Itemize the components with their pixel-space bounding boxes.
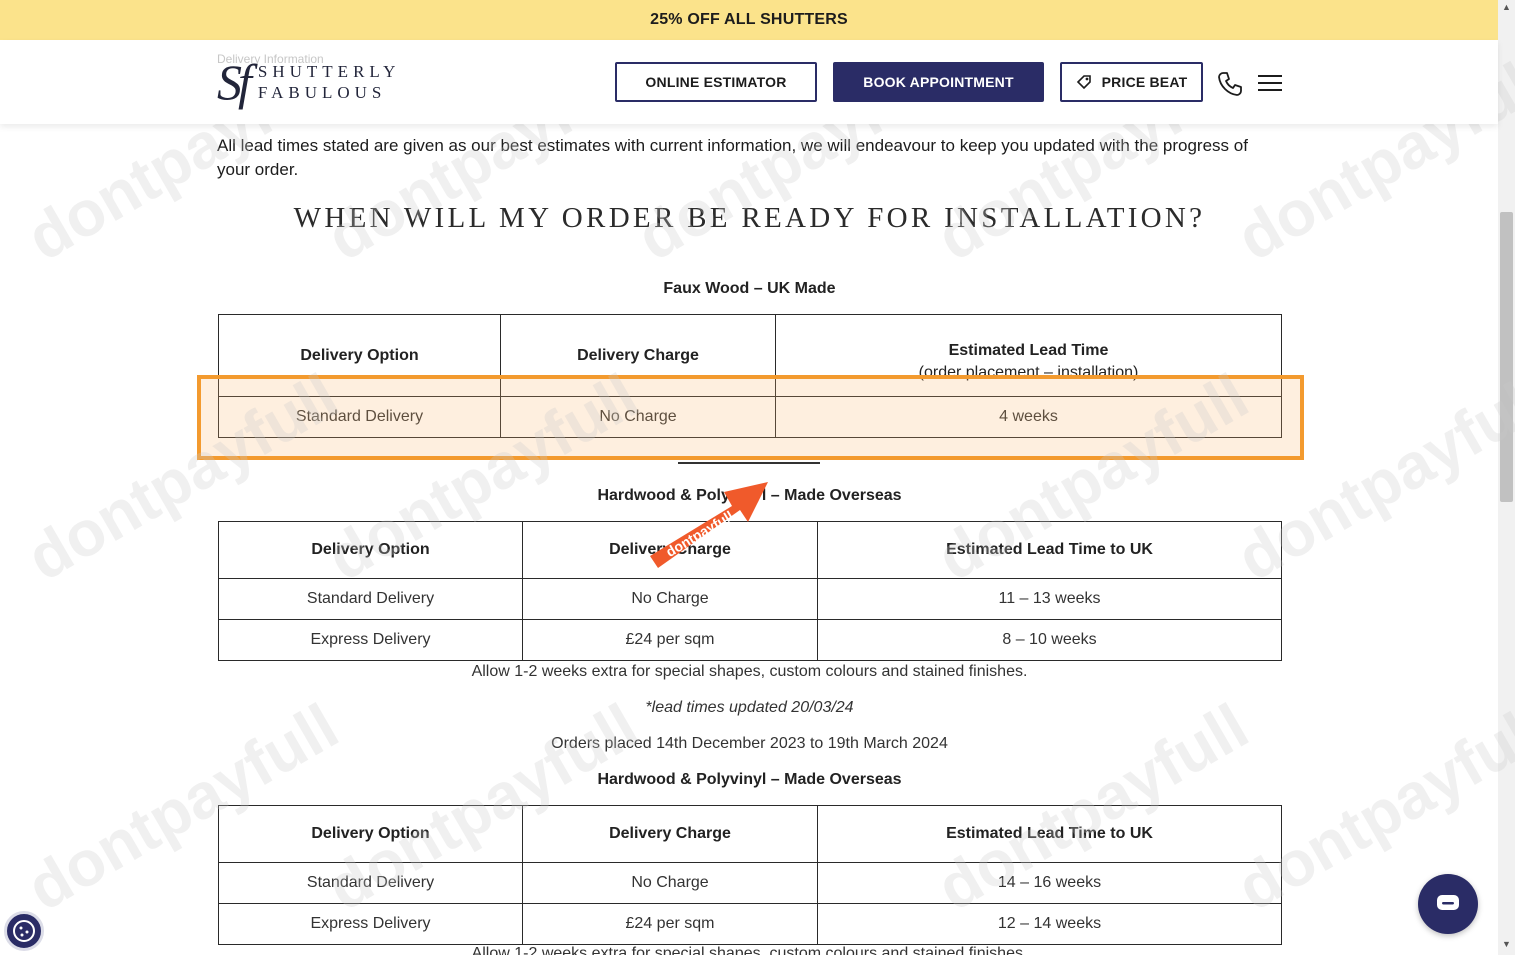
price-beat-button[interactable]: PRICE BEAT: [1060, 62, 1203, 102]
scroll-down-icon[interactable]: ▼: [1500, 939, 1513, 953]
phone-icon[interactable]: [1216, 70, 1244, 98]
promo-banner[interactable]: 25% OFF ALL SHUTTERS: [0, 0, 1498, 40]
cell-charge: No Charge: [522, 578, 818, 620]
table-header-row: Delivery Option Delivery Charge Estimate…: [218, 805, 1282, 863]
scrollbar-thumb[interactable]: [1500, 212, 1513, 502]
section-title-faux-wood: Faux Wood – UK Made: [663, 280, 836, 297]
table-row: Standard Delivery No Charge 14 – 16 week…: [218, 862, 1282, 904]
page-heading: WHEN WILL MY ORDER BE READY FOR INSTALLA…: [293, 202, 1206, 234]
header-delivery-charge: Delivery Charge: [522, 805, 818, 863]
divider: [678, 462, 820, 464]
cell-option: Express Delivery: [218, 619, 523, 661]
cell-lead-time: 11 – 13 weeks: [817, 578, 1282, 620]
header-lead-time-main: Estimated Lead Time: [948, 341, 1109, 359]
cell-lead-time: 14 – 16 weeks: [817, 862, 1282, 904]
logo-line-1: SHUTTERLY: [257, 62, 401, 81]
site-header: Delivery Information Sf SHUTTERLY FABULO…: [0, 40, 1498, 124]
cookie-settings-button[interactable]: [4, 911, 44, 951]
header-delivery-option: Delivery Option: [218, 521, 523, 579]
cell-option: Express Delivery: [218, 903, 523, 945]
cell-charge: No Charge: [522, 862, 818, 904]
chat-icon: [1437, 895, 1459, 910]
lead-time-table-hardwood-previous: Delivery Option Delivery Charge Estimate…: [218, 805, 1282, 945]
highlight-annotation: [197, 375, 1304, 460]
cell-charge: £24 per sqm: [522, 903, 818, 945]
online-estimator-button[interactable]: ONLINE ESTIMATOR: [615, 62, 817, 102]
cell-option: Standard Delivery: [218, 578, 523, 620]
hamburger-menu-icon[interactable]: [1258, 73, 1282, 93]
note-extra-weeks: Allow 1-2 weeks extra for special shapes…: [471, 663, 1028, 680]
header-lead-time: Estimated Lead Time to UK: [817, 521, 1282, 579]
price-tag-icon: [1076, 75, 1091, 90]
cookie-icon: [13, 920, 35, 942]
price-beat-label: PRICE BEAT: [1101, 74, 1188, 90]
note-updated: *lead times updated 20/03/24: [645, 699, 854, 716]
chat-button[interactable]: [1418, 874, 1478, 934]
book-appointment-button[interactable]: BOOK APPOINTMENT: [833, 62, 1044, 102]
cell-charge: £24 per sqm: [522, 619, 818, 661]
cell-option: Standard Delivery: [218, 862, 523, 904]
table-row: Express Delivery £24 per sqm 8 – 10 week…: [218, 619, 1282, 661]
site-logo[interactable]: Sf SHUTTERLY FABULOUS: [217, 54, 400, 110]
logo-wordmark: SHUTTERLY FABULOUS: [258, 61, 400, 103]
intro-paragraph: All lead times stated are given as our b…: [217, 136, 1248, 179]
logo-line-2: FABULOUS: [257, 83, 387, 102]
arrow-badge-label: dontpayfull: [663, 507, 736, 560]
table-row: Standard Delivery No Charge 11 – 13 week…: [218, 578, 1282, 620]
note-order-period: Orders placed 14th December 2023 to 19th…: [551, 735, 948, 752]
scroll-up-icon[interactable]: ▲: [1500, 2, 1513, 16]
cell-lead-time: 8 – 10 weeks: [817, 619, 1282, 661]
promo-text: 25% OFF ALL SHUTTERS: [650, 11, 848, 28]
watermark-arrow-icon: dontpayfull: [650, 482, 768, 568]
note-extra-weeks-cutoff: Allow 1-2 weeks extra for special shapes…: [471, 946, 1028, 955]
table-row: Express Delivery £24 per sqm 12 – 14 wee…: [218, 903, 1282, 945]
section-title-hardwood-2: Hardwood & Polyvinyl – Made Overseas: [597, 771, 902, 788]
header-delivery-option: Delivery Option: [218, 805, 523, 863]
header-lead-time: Estimated Lead Time to UK: [817, 805, 1282, 863]
logo-mark: Sf: [217, 54, 252, 110]
cell-lead-time: 12 – 14 weeks: [817, 903, 1282, 945]
